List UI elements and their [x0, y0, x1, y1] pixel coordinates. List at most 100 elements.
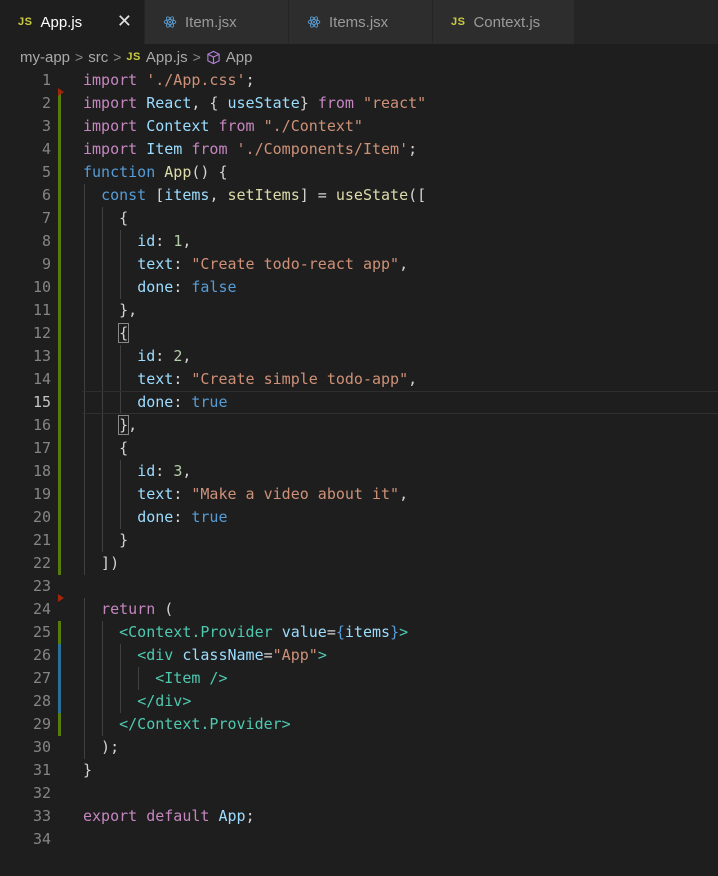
- code-line[interactable]: 31}: [0, 759, 718, 782]
- code-token: {: [83, 209, 129, 227]
- code-line[interactable]: 16 },: [0, 414, 718, 437]
- code-token: :: [155, 347, 174, 365]
- code-token: (: [155, 600, 174, 618]
- git-change-marker: [58, 184, 61, 207]
- code-token: ([: [408, 186, 427, 204]
- code-token: ,: [408, 370, 418, 388]
- code-line[interactable]: 6 const [items, setItems] = useState([: [0, 184, 718, 207]
- code-editor[interactable]: 1 import './App.css'; 2 import React, { use…: [0, 69, 718, 849]
- code-token: text: [137, 485, 174, 503]
- code-line[interactable]: 27 <Item />: [0, 667, 718, 690]
- tab-item-jsx[interactable]: Item.jsx: [145, 0, 289, 44]
- code-line[interactable]: 22 ]): [0, 552, 718, 575]
- code-token: App: [164, 163, 192, 181]
- breadcrumb-item[interactable]: my-app: [20, 49, 70, 66]
- line-number: 11: [32, 301, 51, 319]
- code-token: const: [101, 186, 147, 204]
- code-line[interactable]: 34: [0, 828, 718, 851]
- git-change-marker: [58, 345, 61, 368]
- line-number: 31: [32, 761, 51, 779]
- line-number: 5: [41, 163, 51, 181]
- code-line[interactable]: 7 {: [0, 207, 718, 230]
- code-line[interactable]: 2 import React, { useState} from "react": [0, 92, 718, 115]
- chevron-right-icon: >: [192, 49, 201, 65]
- code-token: ;: [245, 71, 255, 89]
- code-line[interactable]: 29 </Context.Provider>: [0, 713, 718, 736]
- code-text: id: 2,: [83, 345, 191, 368]
- code-text: </Context.Provider>: [83, 713, 291, 736]
- code-token: done: [137, 278, 174, 296]
- code-line[interactable]: 17 {: [0, 437, 718, 460]
- code-token: Context: [146, 117, 210, 135]
- code-line[interactable]: 12 {: [0, 322, 718, 345]
- close-icon[interactable]: ✕: [117, 11, 132, 31]
- breadcrumb-item[interactable]: App: [226, 49, 253, 66]
- tab-context-js[interactable]: JS Context.js: [433, 0, 575, 44]
- breadcrumb-item[interactable]: src: [88, 49, 108, 66]
- code-line[interactable]: 33 export default App;: [0, 805, 718, 828]
- code-token: items: [164, 186, 210, 204]
- symbol-cube-icon: [206, 50, 221, 65]
- code-token: "App": [272, 646, 318, 664]
- code-line[interactable]: 3 import Context from "./Context": [0, 115, 718, 138]
- code-token: true: [191, 393, 228, 411]
- code-token: </div>: [137, 692, 192, 710]
- code-line[interactable]: 14 text: "Create simple todo-app",: [0, 368, 718, 391]
- code-line[interactable]: 4 import Item from './Components/Item';: [0, 138, 718, 161]
- code-token: [: [146, 186, 165, 204]
- code-line[interactable]: 19 text: "Make a video about it",: [0, 483, 718, 506]
- code-token: }: [83, 761, 93, 779]
- code-line[interactable]: 9 text: "Create todo-react app",: [0, 253, 718, 276]
- code-token: :: [173, 370, 192, 388]
- code-line[interactable]: 18 id: 3,: [0, 460, 718, 483]
- code-line[interactable]: 20 done: true: [0, 506, 718, 529]
- code-line[interactable]: 1 import './App.css';: [0, 69, 718, 92]
- code-line[interactable]: 5 function App() {: [0, 161, 718, 184]
- code-text: import React, { useState} from "react": [83, 92, 426, 115]
- code-line[interactable]: 8 id: 1,: [0, 230, 718, 253]
- code-line[interactable]: 13 id: 2,: [0, 345, 718, 368]
- tab-app-js[interactable]: JS App.js ✕: [0, 0, 145, 44]
- code-line[interactable]: 11 },: [0, 299, 718, 322]
- code-token: import: [83, 117, 138, 135]
- code-token: <Item />: [155, 669, 228, 687]
- git-change-marker: [58, 437, 61, 460]
- code-token: return: [101, 600, 156, 618]
- git-change-marker: [58, 621, 61, 644]
- code-text: done: true: [83, 506, 227, 529]
- line-number: 24: [32, 600, 51, 618]
- tab-items-jsx[interactable]: Items.jsx: [289, 0, 433, 44]
- line-number: 17: [32, 439, 51, 457]
- code-text: const [items, setItems] = useState([: [83, 184, 426, 207]
- code-token: function: [83, 163, 156, 181]
- code-line[interactable]: 21 }: [0, 529, 718, 552]
- breadcrumb-item[interactable]: App.js: [146, 49, 188, 66]
- line-number: 22: [32, 554, 51, 572]
- code-line[interactable]: 24 return (: [0, 598, 718, 621]
- git-change-marker: [58, 391, 61, 414]
- code-line[interactable]: 10 done: false: [0, 276, 718, 299]
- code-token: ,: [182, 232, 192, 250]
- code-line[interactable]: 25 <Context.Provider value={items}>: [0, 621, 718, 644]
- code-token: from: [317, 94, 354, 112]
- code-line[interactable]: 26 <div className="App">: [0, 644, 718, 667]
- git-change-marker: [58, 483, 61, 506]
- code-line[interactable]: 32: [0, 782, 718, 805]
- line-number: 23: [32, 577, 51, 595]
- line-number: 18: [32, 462, 51, 480]
- code-line[interactable]: 15 done: true: [0, 391, 718, 414]
- code-line[interactable]: 30 );: [0, 736, 718, 759]
- code-line[interactable]: 28 </div>: [0, 690, 718, 713]
- code-line[interactable]: 23: [0, 575, 718, 598]
- git-change-marker: [58, 713, 61, 736]
- line-number: 28: [32, 692, 51, 710]
- git-change-marker: [58, 667, 61, 690]
